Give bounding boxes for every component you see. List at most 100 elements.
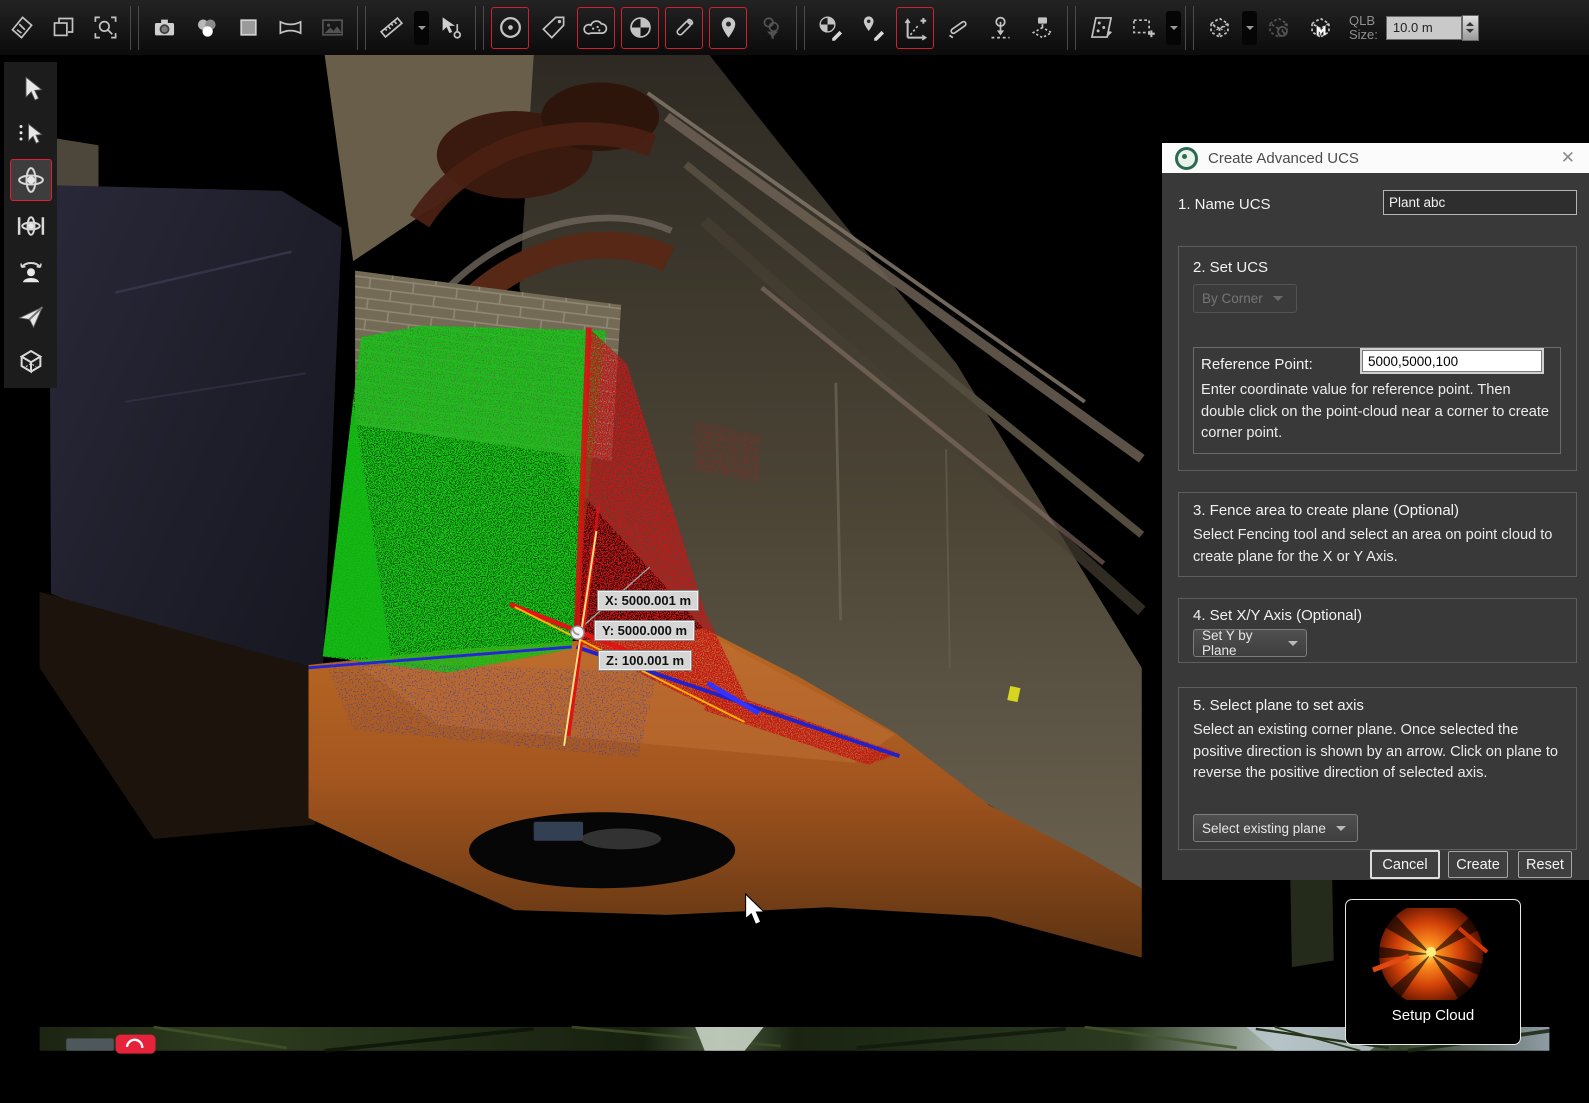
windows-button[interactable] [45, 8, 81, 48]
drop-target-button[interactable] [982, 8, 1018, 48]
edit-marker-button[interactable] [854, 8, 890, 48]
setup-cloud-label: Setup Cloud [1392, 1007, 1475, 1024]
dialog-titlebar[interactable]: Create Advanced UCS ✕ [1162, 143, 1589, 173]
close-icon[interactable]: ✕ [1561, 148, 1575, 168]
toolbar-group [1080, 0, 1181, 55]
measure-icon [378, 14, 405, 41]
create-ucs-button[interactable] [896, 7, 934, 49]
select-plane-group: 5. Select plane to set axis Select an ex… [1178, 687, 1577, 850]
edit-target-button[interactable] [812, 8, 848, 48]
select-points-tool-icon [16, 119, 46, 149]
create-checker-target-icon [627, 14, 654, 41]
select-tool-icon [16, 74, 46, 104]
fence-area-group: 3. Fence area to create plane (Optional)… [1178, 492, 1577, 577]
create-cloud-region-icon [583, 14, 610, 41]
set-xy-axis-label: 4. Set X/Y Axis (Optional) [1193, 607, 1362, 624]
create-disc-target-button[interactable] [491, 7, 529, 49]
qlb-size-control: QLBSize: [1349, 14, 1479, 42]
qlb-size-spinner[interactable] [1462, 15, 1479, 41]
reference-point-help: Enter coordinate value for reference poi… [1201, 380, 1553, 445]
panorama-view-button[interactable] [272, 8, 308, 48]
fence-select-button[interactable] [1125, 8, 1161, 48]
cancel-button[interactable]: Cancel [1370, 850, 1440, 879]
plan-view-button[interactable] [1083, 8, 1119, 48]
set-ucs-group: 2. Set UCS By Corner Reference Point: En… [1178, 246, 1577, 471]
top-toolbar: QLBSize: [0, 0, 1589, 55]
look-around-tool-button[interactable] [11, 251, 51, 291]
toolbar-divider [1067, 6, 1076, 50]
select-points-tool-button[interactable] [11, 114, 51, 154]
create-disc-target-icon [497, 14, 524, 41]
set-ucs-dropdown[interactable]: By Corner [1193, 284, 1297, 313]
solid-render-icon [235, 14, 262, 41]
reference-point-input[interactable] [1362, 350, 1542, 372]
view-cube-tool-icon [16, 346, 46, 376]
create-ucs-icon [902, 14, 929, 41]
pick-temperature-icon [437, 14, 464, 41]
screenshot-button[interactable] [146, 8, 182, 48]
constrained-orbit-tool-icon [16, 211, 46, 241]
pick-temperature-button[interactable] [432, 8, 468, 48]
coordinate-tooltip-y: Y: 5000.000 m [594, 620, 695, 641]
select-plane-label: 5. Select plane to set axis [1193, 697, 1364, 714]
clip-box-icon [1206, 14, 1233, 41]
select-existing-plane-dropdown[interactable]: Select existing plane [1193, 814, 1358, 842]
create-tag-button[interactable] [535, 8, 571, 48]
filter-targets-icon [758, 14, 785, 41]
view-cube-tool-button[interactable] [11, 341, 51, 381]
orbit-tool-button[interactable] [10, 159, 52, 201]
color-mode-button[interactable] [188, 8, 224, 48]
constrained-orbit-tool-button[interactable] [11, 206, 51, 246]
image-view-icon [319, 14, 346, 41]
orbit-tool-icon [16, 165, 46, 195]
zoom-window-button[interactable] [87, 8, 123, 48]
look-around-tool-icon [16, 256, 46, 286]
toolbar-group [488, 0, 792, 55]
set-ucs-dropdown-value: By Corner [1202, 291, 1263, 306]
fence-area-label: 3. Fence area to create plane (Optional) [1193, 502, 1459, 519]
select-existing-plane-value: Select existing plane [1202, 821, 1326, 836]
reset-button[interactable]: Reset [1518, 851, 1572, 878]
qlb-size-label: QLBSize: [1349, 14, 1378, 42]
setup-cloud-thumbnail[interactable]: Setup Cloud [1345, 899, 1521, 1045]
name-ucs-input[interactable] [1383, 190, 1577, 215]
toolbar-group [1198, 0, 1341, 55]
create-checker-target-button[interactable] [621, 7, 659, 49]
clip-box-button[interactable] [1201, 8, 1237, 48]
project-image-button[interactable] [1024, 8, 1060, 48]
solid-render-button[interactable] [230, 8, 266, 48]
set-y-by-plane-dropdown[interactable]: Set Y by Plane [1193, 629, 1307, 657]
create-point-marker-icon [715, 14, 742, 41]
qlb-size-input[interactable] [1386, 16, 1462, 40]
create-pipe-icon [671, 14, 698, 41]
measure-button[interactable] [373, 8, 409, 48]
name-ucs-label: 1. Name UCS [1178, 196, 1271, 213]
toolbar-group [143, 0, 353, 55]
drop-target-icon [987, 14, 1014, 41]
create-point-marker-button[interactable] [709, 7, 747, 49]
clip-box-dropdown-caret[interactable] [1242, 11, 1257, 45]
clip-box-history-button[interactable] [1260, 8, 1296, 48]
navigation-sidebar [4, 62, 57, 388]
panorama-view-icon [277, 14, 304, 41]
measure-dropdown-caret[interactable] [414, 11, 429, 45]
image-view-button[interactable] [314, 8, 350, 48]
zoom-window-icon [92, 14, 119, 41]
clip-box-manager-button[interactable] [1302, 8, 1338, 48]
create-cloud-region-button[interactable] [577, 7, 615, 49]
fence-select-dropdown-caret[interactable] [1166, 11, 1181, 45]
fence-area-help: Select Fencing tool and select an area o… [1193, 525, 1559, 568]
unload-pointcloud-button[interactable] [3, 8, 39, 48]
reference-point-box: Reference Point: Enter coordinate value … [1193, 347, 1561, 454]
plan-view-icon [1088, 14, 1115, 41]
toolbar-divider [130, 6, 139, 50]
select-tool-button[interactable] [11, 69, 51, 109]
create-button[interactable]: Create [1448, 851, 1508, 878]
set-xy-axis-group: 4. Set X/Y Axis (Optional) Set Y by Plan… [1178, 598, 1577, 663]
fit-pipe-button[interactable] [940, 8, 976, 48]
toolbar-group [0, 0, 126, 55]
create-pipe-button[interactable] [665, 7, 703, 49]
fence-select-icon [1130, 14, 1157, 41]
fly-tool-button[interactable] [11, 296, 51, 336]
filter-targets-button[interactable] [753, 8, 789, 48]
